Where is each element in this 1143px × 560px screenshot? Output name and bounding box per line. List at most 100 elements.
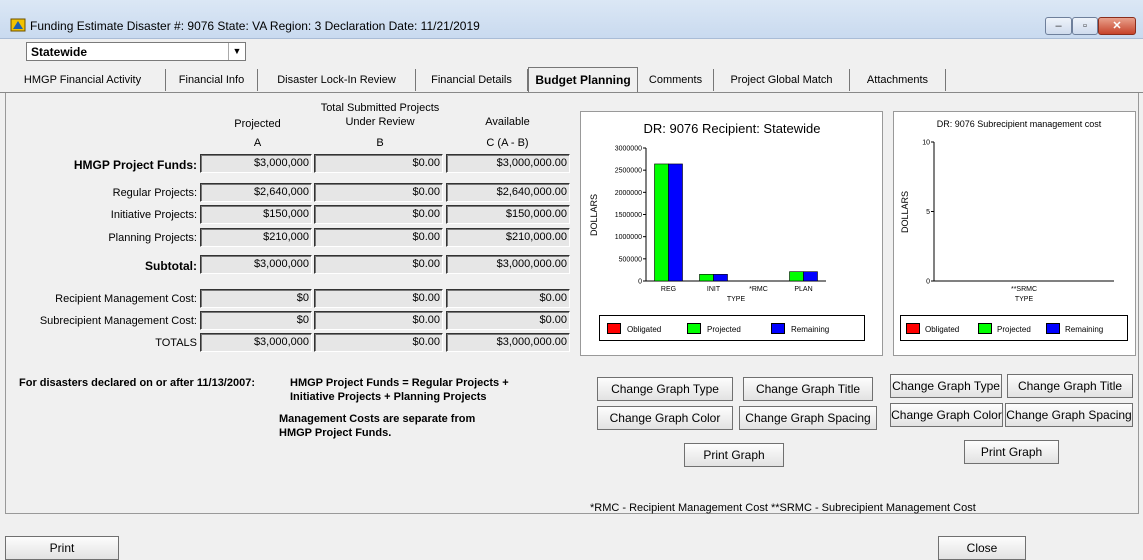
legend-obligated-label: Obligated: [627, 325, 662, 334]
maximize-button[interactable]: ▫: [1072, 17, 1098, 35]
cell-subtotal-under-review: $0.00: [314, 255, 443, 274]
chart1-x-tick-label: REG: [661, 286, 676, 293]
legend2-obligated-swatch: [906, 323, 920, 334]
legend-projected-swatch: [687, 323, 701, 334]
minimize-button[interactable]: –: [1045, 17, 1072, 35]
cell-rmc-under-review: $0.00: [314, 289, 443, 308]
cell-hmgp-available: $3,000,000.00: [446, 154, 570, 173]
chart2-print-graph-button[interactable]: Print Graph: [964, 440, 1059, 464]
chart1-change-title-button[interactable]: Change Graph Title: [743, 377, 873, 401]
chart1-y-tick-label: 3000000: [615, 146, 642, 153]
subrecipient-chart-panel: DR: 9076 Subrecipient management cost 0 5 1…: [893, 111, 1136, 356]
recipient-select[interactable]: Statewide ▼: [26, 42, 246, 61]
cell-srmc-available: $0.00: [446, 311, 570, 330]
chart2-x-tick-label: **SRMC: [1011, 286, 1037, 293]
tab-disaster-lock-in-review[interactable]: Disaster Lock-In Review: [258, 69, 416, 91]
col-c-title: Available: [485, 116, 530, 128]
chart2-y-axis-label: DOLLARS: [900, 191, 910, 233]
row-label-planning-projects: Planning Projects:: [108, 232, 197, 244]
tab-budget-planning[interactable]: Budget Planning: [528, 67, 638, 93]
chevron-down-icon[interactable]: ▼: [228, 43, 245, 60]
cell-totals-projected: $3,000,000: [200, 333, 312, 352]
cell-totals-available: $3,000,000.00: [446, 333, 570, 352]
legend-remaining-swatch: [771, 323, 785, 334]
chart1-x-axis-label: TYPE: [727, 296, 746, 303]
tab-project-global-match[interactable]: Project Global Match: [714, 69, 850, 91]
tab-attachments[interactable]: Attachments: [850, 69, 946, 91]
chart1-legend: Obligated Projected Remaining: [599, 315, 865, 341]
col-a-title: Projected: [234, 118, 281, 130]
tab-financial-details[interactable]: Financial Details: [416, 69, 528, 91]
chart2-change-type-button[interactable]: Change Graph Type: [890, 374, 1002, 398]
cell-srmc-projected: $0: [200, 311, 312, 330]
cell-srmc-under-review: $0.00: [314, 311, 443, 330]
row-label-subrecipient-management-cost: Subrecipient Management Cost:: [39, 315, 197, 327]
cell-totals-under-review: $0.00: [314, 333, 443, 352]
legend2-remaining-label: Remaining: [1065, 325, 1104, 334]
row-label-hmgp-project-funds: HMGP Project Funds:: [73, 158, 197, 172]
tab-financial-info[interactable]: Financial Info: [166, 69, 258, 91]
chart2-y-tick-label: 0: [926, 279, 930, 286]
note-line-4: HMGP Project Funds.: [279, 427, 392, 439]
cell-subtotal-projected: $3,000,000: [200, 255, 312, 274]
cell-initiative-available: $150,000.00: [446, 205, 570, 224]
cell-initiative-under-review: $0.00: [314, 205, 443, 224]
legend-projected-label: Projected: [707, 325, 741, 334]
note-line-2: Initiative Projects + Planning Projects: [290, 391, 487, 403]
tab-bar: HMGP Financial Activity Financial Info D…: [0, 67, 1143, 93]
cell-planning-projected: $210,000: [200, 228, 312, 247]
chart2-legend: Obligated Projected Remaining: [900, 315, 1128, 341]
chart2-y-tick-label: 10: [922, 140, 930, 147]
chart2-change-spacing-button[interactable]: Change Graph Spacing: [1005, 403, 1133, 427]
chart2-change-title-button[interactable]: Change Graph Title: [1007, 374, 1133, 398]
title-bar: Funding Estimate Disaster #: 9076 State:…: [0, 0, 1143, 39]
col-c-letter: C (A - B): [486, 137, 529, 149]
legend2-remaining-swatch: [1046, 323, 1060, 334]
recipient-select-value: Statewide: [31, 45, 88, 59]
note-line-3: Management Costs are separate from: [279, 413, 476, 425]
footnote: *RMC - Recipient Management Cost **SRMC …: [590, 502, 976, 514]
col-b-title-1: Total Submitted Projects: [320, 102, 440, 114]
print-button[interactable]: Print: [5, 536, 119, 560]
row-label-initiative-projects: Initiative Projects:: [110, 209, 197, 221]
col-a-letter: A: [253, 137, 262, 149]
chart1-change-type-button[interactable]: Change Graph Type: [597, 377, 733, 401]
tab-hmgp-financial-activity[interactable]: HMGP Financial Activity: [0, 69, 166, 91]
col-b-title-2: Under Review: [345, 116, 415, 128]
tab-comments[interactable]: Comments: [638, 69, 714, 91]
cell-regular-under-review: $0.00: [314, 183, 443, 202]
row-label-subtotal: Subtotal:: [145, 259, 197, 273]
cell-rmc-projected: $0: [200, 289, 312, 308]
chart2-title: DR: 9076 Subrecipient management cost: [937, 119, 1102, 129]
cell-hmgp-under-review: $0.00: [314, 154, 443, 173]
chart1-print-graph-button[interactable]: Print Graph: [684, 443, 784, 467]
chart1-bar-remaining: [668, 163, 683, 282]
chart1-change-spacing-button[interactable]: Change Graph Spacing: [739, 406, 877, 430]
cell-planning-available: $210,000.00: [446, 228, 570, 247]
legend2-obligated-label: Obligated: [925, 325, 960, 334]
chart1-y-axis-label: DOLLARS: [589, 194, 599, 236]
window-title: Funding Estimate Disaster #: 9076 State:…: [30, 19, 480, 33]
cell-rmc-available: $0.00: [446, 289, 570, 308]
chart1-change-color-button[interactable]: Change Graph Color: [597, 406, 733, 430]
chart2-change-color-button[interactable]: Change Graph Color: [890, 403, 1003, 427]
bottom-bar: Print Close: [0, 514, 1143, 560]
cell-regular-projected: $2,640,000: [200, 183, 312, 202]
chart2-y-tick-label: 5: [926, 209, 930, 216]
close-button[interactable]: Close: [938, 536, 1026, 560]
legend-obligated-swatch: [607, 323, 621, 334]
legend2-projected-label: Projected: [997, 325, 1031, 334]
chart1-x-tick-label: INIT: [707, 286, 721, 293]
chart1-y-tick-label: 2000000: [615, 190, 642, 197]
chart1-bar-projected: [699, 274, 714, 282]
chart1-bar-remaining: [713, 274, 728, 282]
cell-subtotal-available: $3,000,000.00: [446, 255, 570, 274]
col-b-letter: B: [376, 137, 384, 149]
close-window-button[interactable]: ✕: [1098, 17, 1136, 35]
cell-hmgp-projected: $3,000,000: [200, 154, 312, 173]
chart1-y-tick-label: 1000000: [615, 234, 642, 241]
app-icon: [10, 18, 26, 32]
chart1-y-tick-label: 0: [638, 279, 642, 286]
note-line-1: HMGP Project Funds = Regular Projects +: [290, 377, 509, 389]
row-label-recipient-management-cost: Recipient Management Cost:: [55, 293, 197, 305]
